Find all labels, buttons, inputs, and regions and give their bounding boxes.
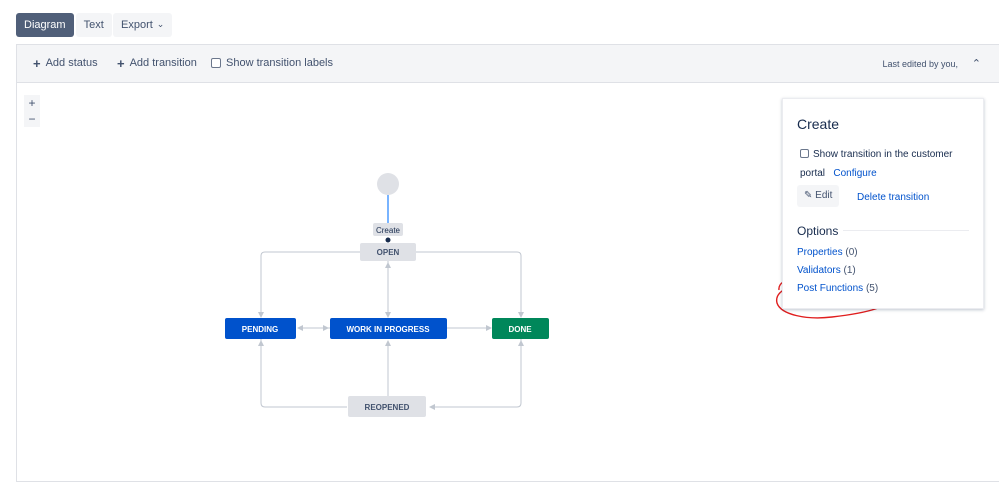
- status-done-label: DONE: [508, 325, 532, 334]
- start-node[interactable]: [377, 173, 399, 195]
- export-button[interactable]: Export ⌄: [113, 13, 173, 37]
- option-validators-count: (1): [843, 265, 856, 276]
- view-tabs: Diagram Text: [16, 13, 112, 37]
- transition-handle[interactable]: [385, 237, 391, 243]
- delete-transition-link[interactable]: Delete transition: [857, 192, 929, 203]
- option-post-functions[interactable]: Post Functions (5): [797, 283, 878, 294]
- status-done[interactable]: DONE: [492, 318, 549, 339]
- show-in-portal-checkbox[interactable]: [800, 149, 809, 158]
- edit-label: Edit: [815, 190, 833, 201]
- status-work-in-progress[interactable]: WORK IN PROGRESS: [330, 318, 447, 339]
- workflow-editor: + Add status + Add transition Show trans…: [16, 44, 999, 482]
- divider: [843, 230, 969, 231]
- status-pending-label: PENDING: [242, 325, 278, 334]
- panel-title: Create: [797, 116, 840, 132]
- status-pending[interactable]: PENDING: [225, 318, 296, 339]
- transition-label-create: Create: [376, 226, 401, 235]
- configure-link[interactable]: Configure: [833, 168, 876, 179]
- edit-button[interactable]: ✎ Edit: [797, 185, 840, 207]
- tab-diagram[interactable]: Diagram: [16, 13, 74, 37]
- option-properties-count: (0): [845, 247, 858, 258]
- status-work-in-progress-label: WORK IN PROGRESS: [346, 325, 430, 334]
- show-in-portal-row: Show transition in the customer portal C…: [800, 145, 980, 183]
- status-reopened[interactable]: REOPENED: [348, 396, 426, 417]
- options-title: Options: [797, 224, 839, 238]
- option-post-functions-count: (5): [865, 283, 879, 294]
- option-validators[interactable]: Validators (1): [797, 265, 856, 276]
- chevron-down-icon: ⌄: [156, 19, 165, 29]
- pencil-icon: ✎: [804, 190, 813, 201]
- option-properties[interactable]: Properties (0): [797, 247, 858, 258]
- option-validators-label: Validators: [797, 265, 841, 276]
- tab-text[interactable]: Text: [75, 13, 112, 37]
- status-reopened-label: REOPENED: [365, 403, 410, 412]
- transition-panel: Create Show transition in the customer p…: [782, 98, 984, 309]
- export-label: Export: [121, 19, 153, 31]
- option-properties-label: Properties: [797, 247, 843, 258]
- status-open-label: OPEN: [377, 248, 400, 257]
- status-open[interactable]: OPEN: [360, 243, 416, 261]
- option-post-functions-label: Post Functions: [797, 283, 864, 294]
